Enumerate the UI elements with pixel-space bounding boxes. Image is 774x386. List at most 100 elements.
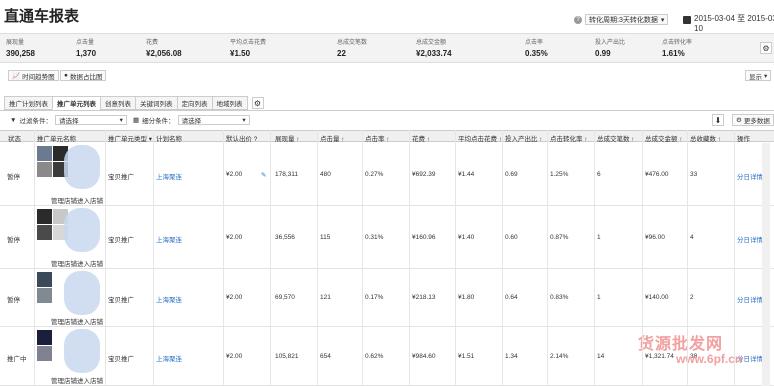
status-value: 暂停 [7, 237, 20, 244]
tab-settings-gear-icon[interactable]: ⚙ [251, 97, 264, 109]
col-actions: 操作 [737, 136, 750, 143]
column-divider [642, 130, 643, 386]
roi-value: 0.69 [505, 171, 518, 178]
impressions-value: 105,821 [275, 353, 299, 360]
product-thumbnail[interactable] [37, 162, 52, 177]
data-share-button[interactable]: ● 数据占比图 [60, 70, 107, 81]
tab-creative-list[interactable]: 创意列表 [100, 96, 135, 110]
impressions-value: 69,570 [275, 294, 295, 301]
kpi-summary-bar: 展现量 390,258 点击量 1,370 花费 ¥2,056.08 平均点击花费 ¥1… [0, 33, 774, 63]
blurred-product-name [64, 145, 100, 189]
default-bid-value: ¥2.00 [226, 294, 243, 301]
col-impressions[interactable]: 展现量 ↑ [275, 133, 300, 143]
conversion-period-select[interactable]: 转化周期:3天转化数据 ▾ [585, 14, 669, 25]
clicks-value: 480 [320, 171, 331, 178]
kpi-ctr: 点击率 0.35% [525, 40, 548, 58]
product-thumbnail[interactable] [37, 330, 52, 345]
favorites-value: 2 [690, 294, 694, 301]
col-roi[interactable]: 投入产出比 ↑ [505, 133, 543, 143]
filter-condition-select[interactable]: 请选择 ▾ [54, 115, 127, 125]
product-thumbnail[interactable] [37, 288, 52, 303]
line-chart-icon: 📈 [12, 72, 21, 80]
enter-store-link[interactable]: 进入店铺 [77, 258, 103, 268]
date-range-picker[interactable]: 2015-03-04 至 2015-03-10 [683, 14, 774, 34]
cost-value: ¥984.60 [412, 353, 436, 360]
col-unit-name[interactable]: 推广单元名称 [37, 133, 76, 143]
tab-targeting-list[interactable]: 定向列表 [176, 96, 212, 110]
tab-unit-list[interactable]: 推广单元列表 [52, 96, 100, 110]
filter-condition: ▼ 过滤条件： 请选择 ▾ [10, 115, 127, 125]
unit-type-value: 宝贝推广 [108, 297, 134, 304]
col-orders[interactable]: 总成交笔数 ↑ [597, 133, 635, 143]
manage-store-link[interactable]: 管理店铺 [51, 195, 77, 205]
enter-store-link[interactable]: 进入店铺 [77, 375, 103, 385]
cost-value: ¥692.39 [412, 171, 436, 178]
col-gmv[interactable]: 总成交金额 ↑ [645, 133, 683, 143]
tab-region-list[interactable]: 地域列表 [211, 96, 248, 110]
gmv-value: ¥476.00 [645, 171, 669, 178]
column-divider [317, 130, 318, 386]
download-icon[interactable]: ⬇ [712, 114, 724, 126]
col-status[interactable]: 状态 [8, 133, 21, 143]
report-tabs: 推广计划列表 推广单元列表 创意列表 关键词列表 定向列表 地域列表 ⚙ [4, 96, 264, 110]
status-value: 暂停 [7, 297, 20, 304]
product-thumbnail[interactable] [37, 146, 52, 161]
enter-store-link[interactable]: 进入店铺 [77, 316, 103, 326]
segment-condition: ▦ 细分条件： 请选择 ▾ [133, 115, 250, 125]
ctr-value: 0.31% [365, 234, 384, 241]
watermark-url: www.6pf.cn [676, 352, 743, 366]
watermark-text: 货源批发网 [638, 336, 724, 353]
more-data-button[interactable]: ⚙ 更多数据 [732, 114, 774, 126]
roi-value: 1.34 [505, 353, 518, 360]
daily-detail-link[interactable]: 分日详情 [737, 234, 763, 244]
product-thumbnail[interactable] [37, 225, 52, 240]
page-title: 直通车报表 [4, 8, 80, 25]
default-bid-value: ¥2.00 [226, 171, 243, 178]
col-default-bid[interactable]: 默认出价 ? [226, 133, 257, 143]
col-unit-type[interactable]: 推广单元类型 ▾ [108, 133, 152, 143]
daily-detail-link[interactable]: 分日详情 [737, 171, 763, 181]
daily-detail-link[interactable]: 分日详情 [737, 294, 763, 304]
enter-store-link[interactable]: 进入店铺 [77, 195, 103, 205]
product-thumbnail[interactable] [37, 209, 52, 224]
plan-name-link[interactable]: 上海聚连 [156, 234, 182, 244]
tab-campaign-list[interactable]: 推广计划列表 [4, 96, 52, 110]
col-ctr[interactable]: 点击率 ↑ [365, 133, 390, 143]
col-plan-name[interactable]: 计划名称 [156, 133, 182, 143]
col-cost[interactable]: 花费 ↑ [412, 133, 430, 143]
display-select[interactable]: 显示 ▾ [745, 70, 772, 81]
filter-icon: ▼ [10, 116, 17, 124]
roi-value: 0.64 [505, 294, 518, 301]
product-thumbnail[interactable] [37, 272, 52, 287]
column-divider [362, 130, 363, 386]
edit-bid-pencil-icon[interactable]: ✎ [261, 171, 266, 179]
col-cvr[interactable]: 点击转化率 ↑ [550, 133, 588, 143]
manage-store-link[interactable]: 管理店铺 [51, 375, 77, 385]
orders-value: 6 [597, 171, 601, 178]
help-icon[interactable]: ? [574, 15, 582, 24]
col-cpc[interactable]: 平均点击花费 ↑ [458, 133, 502, 143]
cpc-value: ¥1.80 [458, 294, 475, 301]
column-divider [547, 130, 548, 386]
cpc-value: ¥1.44 [458, 171, 475, 178]
product-thumbnail[interactable] [37, 346, 52, 361]
conversion-period-value: 转化周期:3天转化数据 [589, 16, 658, 24]
chevron-down-icon: ▾ [764, 72, 768, 80]
cpc-value: ¥1.51 [458, 353, 475, 360]
plan-name-link[interactable]: 上海聚连 [156, 171, 182, 181]
status-value: 暂停 [7, 174, 20, 181]
tab-keyword-list[interactable]: 关键词列表 [135, 96, 177, 110]
time-trend-button[interactable]: 📈 时间趋势图 [8, 70, 59, 81]
column-divider [734, 130, 735, 386]
kpi-settings-gear-icon[interactable]: ⚙ [760, 42, 772, 54]
segment-condition-select[interactable]: 请选择 ▾ [177, 115, 250, 125]
manage-store-link[interactable]: 管理店铺 [51, 316, 77, 326]
manage-store-link[interactable]: 管理店铺 [51, 258, 77, 268]
plan-name-link[interactable]: 上海聚连 [156, 353, 182, 363]
col-favorites[interactable]: 总收藏数 ↑ [690, 133, 721, 143]
column-divider [455, 130, 456, 386]
column-divider [270, 130, 271, 386]
vertical-scrollbar[interactable] [762, 143, 770, 386]
col-clicks[interactable]: 点击量 ↑ [320, 133, 345, 143]
plan-name-link[interactable]: 上海聚连 [156, 294, 182, 304]
